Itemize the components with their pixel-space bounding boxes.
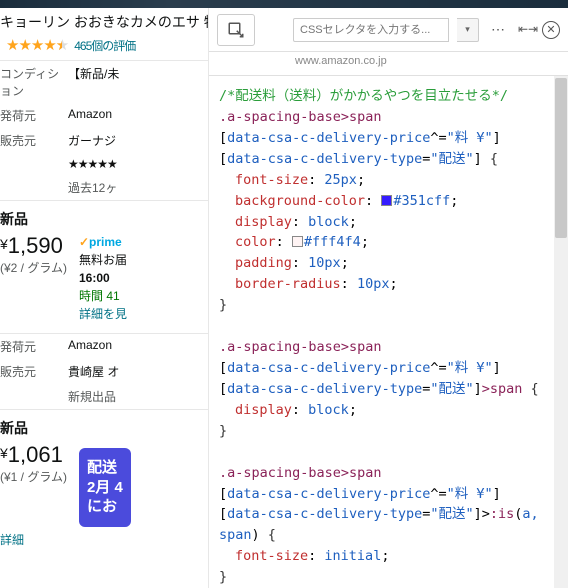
scrollbar-thumb[interactable] bbox=[555, 78, 567, 238]
window-top-strip bbox=[0, 0, 568, 8]
shipping-promo-box: 配送 2月 4 にお bbox=[79, 448, 131, 527]
offer-1: 新品 ¥1,590 (¥2 / グラム) ✓prime 無料お届 16:00 時… bbox=[0, 201, 208, 333]
offer2-unit-price: (¥1 / グラム) bbox=[0, 468, 67, 485]
seller-past12: 過去12ヶ bbox=[68, 179, 117, 196]
offer1-condition: 新品 bbox=[0, 209, 208, 233]
css-code-area[interactable]: /*配送料（送料）がかかるやつを目立たせる*/ .a-spacing-base>… bbox=[209, 76, 568, 588]
label-ships-from-2: 発荷元 bbox=[0, 338, 68, 355]
page-url: www.amazon.co.jp bbox=[209, 51, 568, 76]
offer1-shipping: ✓prime 無料お届 16:00 時間 41 詳細を見 bbox=[79, 233, 127, 323]
prime-badge: ✓prime bbox=[79, 233, 127, 251]
rating-stars[interactable]: ★★★★★465個の評価 bbox=[0, 34, 208, 60]
value-ships-from: Amazon bbox=[68, 107, 112, 124]
devtools-panel: ▾ ⋯ ⇤⇥ ✕ www.amazon.co.jp /*配送料（送料）がかかるや… bbox=[209, 8, 568, 588]
label-sold-by-2: 販売元 bbox=[0, 363, 68, 380]
offer2-detail-link[interactable]: 詳細 bbox=[0, 531, 208, 548]
offer2-price: ¥1,061 bbox=[0, 442, 67, 468]
scrollbar-track[interactable] bbox=[554, 76, 568, 588]
new-listing: 新規出品 bbox=[68, 388, 116, 405]
offer1-countdown: 時間 41 bbox=[79, 287, 127, 305]
value-condition: 【新品/未 bbox=[68, 65, 119, 99]
seller-rating-stars: ★★★★★ bbox=[68, 157, 117, 171]
dock-side-icon[interactable]: ⇤⇥ bbox=[518, 22, 534, 38]
label-ships-from: 発荷元 bbox=[0, 107, 68, 124]
offer2-condition: 新品 bbox=[0, 418, 208, 442]
element-picker-button[interactable] bbox=[217, 14, 255, 46]
label-condition: コンディション bbox=[0, 65, 68, 99]
offer1-unit-price: (¥2 / グラム) bbox=[0, 259, 67, 276]
review-count[interactable]: 465個の評価 bbox=[74, 39, 135, 53]
label-sold-by: 販売元 bbox=[0, 132, 68, 149]
offer-2: 新品 ¥1,061 (¥1 / グラム) 配送 2月 4 にお 詳細 bbox=[0, 410, 208, 558]
offer1-detail-link[interactable]: 詳細を見 bbox=[79, 305, 127, 323]
value-ships-from-2: Amazon bbox=[68, 338, 112, 355]
css-selector-input[interactable] bbox=[293, 18, 449, 42]
more-menu-icon[interactable]: ⋯ bbox=[487, 21, 510, 38]
product-title[interactable]: キョーリン おおきなカメのエサ 特 bbox=[0, 8, 208, 34]
close-panel-button[interactable]: ✕ bbox=[542, 21, 560, 39]
amazon-page-fragment: キョーリン おおきなカメのエサ 特 ★★★★★465個の評価 コンディション【新… bbox=[0, 8, 209, 588]
value-sold-by-2[interactable]: 貴崎屋 オ bbox=[68, 363, 119, 380]
value-sold-by[interactable]: ガーナジ bbox=[68, 132, 116, 149]
devtools-toolbar: ▾ ⋯ ⇤⇥ ✕ bbox=[209, 8, 568, 52]
selector-dropdown-button[interactable]: ▾ bbox=[457, 18, 479, 42]
offer1-price: ¥1,590 bbox=[0, 233, 67, 259]
